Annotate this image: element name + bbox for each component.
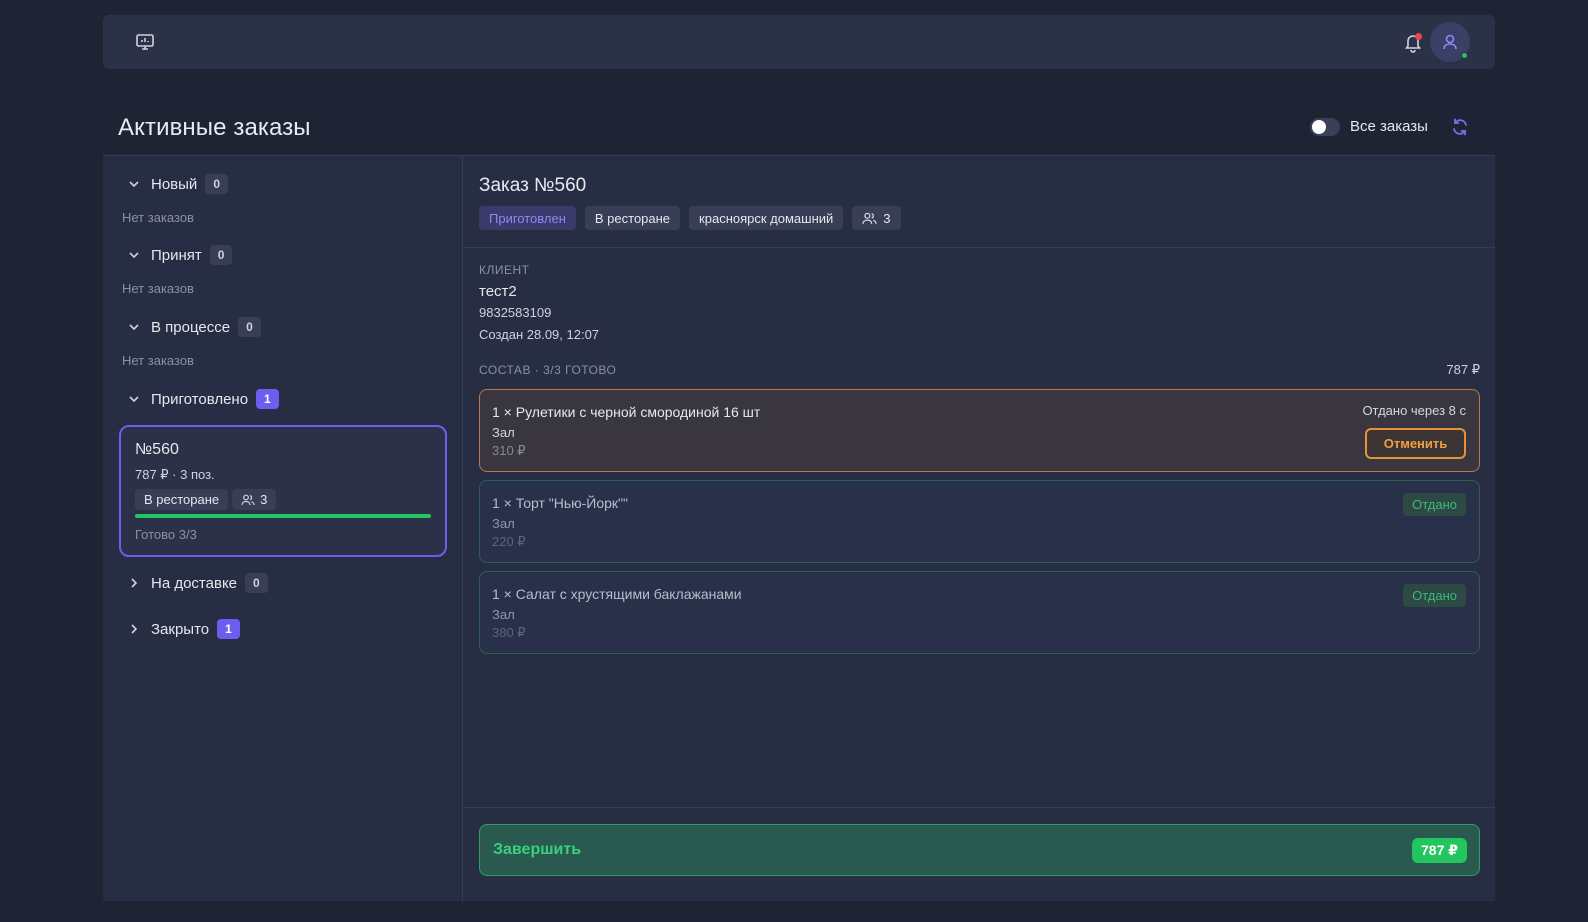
order-number: №560: [135, 441, 179, 458]
item-place: Зал: [492, 516, 515, 531]
item-name: 1 × Рулетики с черной смородиной 16 шт: [492, 404, 761, 420]
order-item: 1 × Рулетики с черной смородиной 16 шт З…: [479, 389, 1480, 472]
order-footer: Завершить 787 ₽: [464, 807, 1495, 902]
order-type-tag: В ресторане: [135, 489, 229, 510]
group-cooked[interactable]: Приготовлено 1: [127, 388, 279, 410]
status-badge: Отдано: [1403, 493, 1466, 516]
group-label: Принят: [151, 246, 202, 264]
guests-count: 3: [260, 492, 268, 507]
group-count: 0: [238, 317, 261, 337]
order-details: Заказ №560 Приготовлен В ресторане красн…: [464, 156, 1495, 902]
item-place: Зал: [492, 425, 515, 440]
group-label: В процессе: [151, 318, 231, 336]
finish-total: 787 ₽: [1412, 838, 1467, 863]
chevron-down-icon: [129, 252, 139, 259]
item-place: Зал: [492, 607, 515, 622]
group-label: На доставке: [151, 574, 238, 592]
group-accepted[interactable]: Принят 0: [127, 244, 233, 266]
client-caption: КЛИЕНТ: [479, 263, 530, 277]
item-price: 380 ₽: [492, 625, 526, 640]
user-icon: [1443, 34, 1457, 50]
ready-status: Готово 3/3: [135, 527, 197, 542]
cancel-button[interactable]: Отменить: [1365, 428, 1466, 459]
monitor-icon[interactable]: [135, 32, 155, 52]
group-delivery[interactable]: На доставке 0: [127, 572, 268, 594]
chevron-down-icon: [129, 181, 139, 188]
group-count: 1: [217, 619, 240, 639]
order-tags: Приготовлен В ресторане красноярск домаш…: [479, 206, 901, 230]
order-header: Заказ №560 Приготовлен В ресторане красн…: [464, 156, 1495, 248]
chevron-right-icon: [131, 578, 138, 588]
location-tag: красноярск домашний: [689, 206, 844, 230]
chevron-right-icon: [131, 624, 138, 634]
item-price: 310 ₽: [492, 443, 526, 458]
order-title: Заказ №560: [479, 175, 587, 196]
guests-tag: 3: [852, 206, 901, 230]
order-card[interactable]: №560 787 ₽ · 3 поз. В ресторане 3 Готово…: [119, 425, 447, 557]
group-count: 1: [256, 389, 279, 409]
finish-button[interactable]: Завершить 787 ₽: [479, 824, 1480, 876]
item-price: 220 ₽: [492, 534, 526, 549]
users-icon: [241, 494, 255, 505]
group-label: Новый: [151, 175, 198, 193]
order-groups-sidebar: Новый 0 Нет заказов Принят 0 Нет заказов…: [103, 156, 463, 902]
order-summary: 787 ₽ · 3 поз.: [135, 467, 215, 482]
created-at: Создан 28.09, 12:07: [479, 327, 600, 342]
order-tags: В ресторане 3: [135, 489, 277, 510]
composition-caption: СОСТАВ · 3/3 ГОТОВО: [479, 363, 617, 377]
progress-fill: [135, 514, 431, 518]
toggle-knob: [1312, 120, 1326, 134]
refresh-icon[interactable]: [1450, 117, 1470, 137]
top-bar: [103, 15, 1495, 69]
item-name: 1 × Салат с хрустящими баклажанами: [492, 586, 742, 602]
item-timer: Отдано через 8 с: [1362, 403, 1466, 418]
order-item: 1 × Торт "Нью-Йорк"" Зал 220 ₽ Отдано: [479, 480, 1480, 563]
empty-state: Нет заказов: [122, 210, 194, 225]
group-new[interactable]: Новый 0: [127, 173, 228, 195]
group-in-progress[interactable]: В процессе 0: [127, 316, 261, 338]
avatar[interactable]: [1430, 22, 1470, 62]
online-indicator: [1461, 52, 1468, 59]
users-icon: [862, 212, 877, 224]
empty-state: Нет заказов: [122, 281, 194, 296]
group-count: 0: [205, 174, 228, 194]
client-name: тест2: [479, 283, 517, 300]
finish-label: Завершить: [493, 841, 582, 858]
guests-tag: 3: [232, 489, 277, 510]
group-count: 0: [209, 245, 233, 265]
status-badge: Отдано: [1403, 584, 1466, 607]
notification-dot: [1415, 33, 1422, 40]
orders-panel: Новый 0 Нет заказов Принят 0 Нет заказов…: [103, 155, 1495, 902]
chevron-down-icon: [129, 324, 139, 331]
item-name: 1 × Торт "Нью-Йорк"": [492, 495, 629, 511]
order-item: 1 × Салат с хрустящими баклажанами Зал 3…: [479, 571, 1480, 654]
page-title: Активные заказы: [118, 114, 311, 141]
group-count: 0: [245, 573, 268, 593]
notifications-button[interactable]: [1402, 31, 1424, 53]
group-label: Приготовлено: [151, 390, 249, 408]
all-orders-label: Все заказы: [1350, 118, 1428, 135]
status-badge: Приготовлен: [479, 206, 576, 230]
guests-count: 3: [883, 210, 891, 226]
client-phone: 9832583109: [479, 305, 552, 320]
group-closed[interactable]: Закрыто 1: [127, 618, 240, 640]
composition-total: 787 ₽: [1446, 362, 1480, 377]
ready-progress-bar: [135, 514, 431, 518]
order-type-tag: В ресторане: [584, 206, 681, 230]
all-orders-toggle[interactable]: [1310, 118, 1340, 136]
empty-state: Нет заказов: [122, 353, 194, 368]
chevron-down-icon: [129, 396, 139, 403]
group-label: Закрыто: [151, 620, 210, 638]
